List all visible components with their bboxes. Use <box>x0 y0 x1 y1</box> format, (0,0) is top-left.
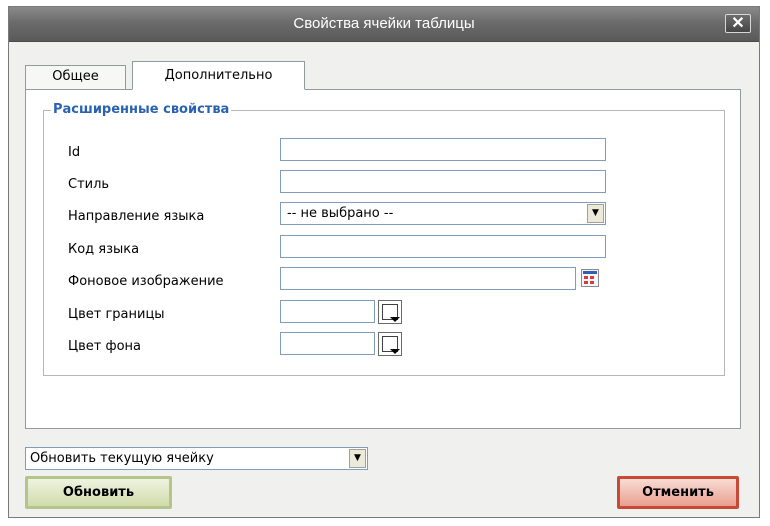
language-direction-value: -- не выбрано -- <box>287 206 394 221</box>
table-cell-properties-dialog: Свойства ячейки таблицы ✕ Общее Дополнит… <box>8 6 760 518</box>
language-code-label: Код языка <box>68 242 140 257</box>
language-direction-label: Направление языка <box>68 209 205 224</box>
language-direction-select[interactable]: -- не выбрано -- ▼ <box>280 202 606 225</box>
background-color-input[interactable] <box>280 332 375 355</box>
id-input[interactable] <box>280 138 606 161</box>
color-picker-icon[interactable] <box>378 332 402 356</box>
browse-image-icon[interactable] <box>581 269 599 287</box>
cancel-button[interactable]: Отменить <box>617 476 739 509</box>
advanced-panel: Расширенные свойства Id Стиль Направлени… <box>25 89 741 429</box>
border-color-input[interactable] <box>280 300 375 323</box>
border-color-label: Цвет границы <box>68 307 165 322</box>
tab-general[interactable]: Общее <box>25 65 126 89</box>
color-picker-icon[interactable] <box>378 300 402 324</box>
update-scope-select[interactable]: Обновить текущую ячейку ▼ <box>25 447 368 470</box>
background-color-label: Цвет фона <box>68 339 141 354</box>
update-button[interactable]: Обновить <box>25 476 172 509</box>
style-input[interactable] <box>280 170 606 193</box>
dialog-title: Свойства ячейки таблицы <box>293 15 475 32</box>
background-image-input[interactable] <box>280 267 576 290</box>
close-button[interactable]: ✕ <box>725 14 751 33</box>
background-image-label: Фоновое изображение <box>68 274 224 289</box>
close-icon: ✕ <box>731 15 745 32</box>
title-bar[interactable]: Свойства ячейки таблицы ✕ <box>9 7 759 42</box>
update-scope-value: Обновить текущую ячейку <box>30 451 214 466</box>
style-label: Стиль <box>68 177 110 192</box>
fieldset-legend: Расширенные свойства <box>51 102 232 118</box>
id-label: Id <box>68 145 81 160</box>
chevron-down-icon[interactable]: ▼ <box>587 204 604 223</box>
advanced-properties-fieldset: Расширенные свойства Id Стиль Направлени… <box>43 102 725 376</box>
language-code-input[interactable] <box>280 235 606 258</box>
chevron-down-icon[interactable]: ▼ <box>349 449 366 468</box>
tab-advanced[interactable]: Дополнительно <box>132 61 305 90</box>
